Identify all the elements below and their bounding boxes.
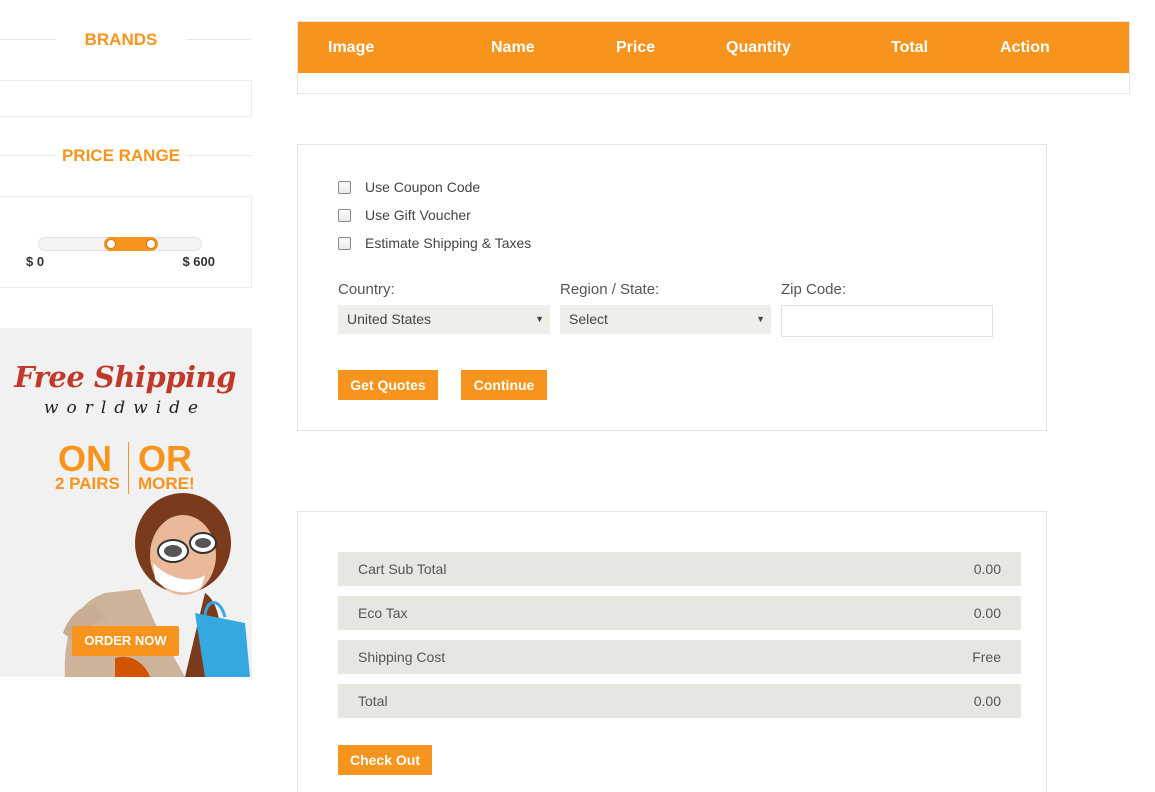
price-slider-range <box>103 237 158 251</box>
brands-list <box>0 80 252 117</box>
banner-worldwide: worldwide <box>43 398 207 418</box>
col-price: Price <box>616 39 656 56</box>
caret-down-icon: ▼ <box>756 314 765 324</box>
voucher-checkbox[interactable] <box>338 208 351 222</box>
order-now-button[interactable]: ORDER NOW <box>72 626 179 656</box>
get-quotes-button[interactable]: Get Quotes <box>338 370 438 400</box>
col-action: Action <box>1000 39 1050 56</box>
shipping-cost-row: Shipping Cost Free <box>338 640 1021 674</box>
shipping-estimate-box: Use Coupon Code Use Gift Voucher Estimat… <box>297 144 1047 431</box>
cart-table: Image Name Price Quantity Total Action <box>297 21 1130 94</box>
cart-totals-box: Cart Sub Total 0.00 Eco Tax 0.00 Shippin… <box>297 511 1047 792</box>
banner-separator <box>128 442 129 494</box>
region-label: Region / State: <box>560 281 660 298</box>
col-total: Total <box>891 39 929 56</box>
banner-pairs: 2 PAIRS <box>55 474 120 493</box>
price-slider-min-handle[interactable] <box>105 239 116 249</box>
cart-table-header: Image Name Price Quantity Total Action <box>298 22 1129 73</box>
price-slider-max-handle[interactable] <box>145 239 156 249</box>
brands-title-text: BRANDS <box>84 30 158 49</box>
col-quantity: Quantity <box>726 39 791 56</box>
price-max-label: $ 600 <box>182 254 215 269</box>
checkout-button[interactable]: Check Out <box>338 745 432 775</box>
region-select-value: Select <box>569 311 608 327</box>
brands-title: BRANDS <box>0 28 252 52</box>
subtotal-label: Cart Sub Total <box>358 561 447 577</box>
country-select-value: United States <box>347 311 432 327</box>
region-select[interactable]: Select ▼ <box>560 305 771 334</box>
shipping-cost-value: Free <box>972 649 1001 665</box>
coupon-option[interactable]: Use Coupon Code <box>338 177 480 197</box>
banner-free-shipping: Free Shipping <box>14 360 236 394</box>
subtotal-value: 0.00 <box>973 561 1001 577</box>
col-name: Name <box>491 39 535 56</box>
zip-code-input[interactable] <box>781 305 993 337</box>
shipping-cost-label: Shipping Cost <box>358 649 446 665</box>
grand-total-value: 0.00 <box>973 693 1001 709</box>
price-range-title: PRICE RANGE <box>0 144 252 168</box>
price-slider-track[interactable] <box>38 237 202 251</box>
voucher-option[interactable]: Use Gift Voucher <box>338 205 471 225</box>
col-image: Image <box>328 39 375 56</box>
estimate-checkbox[interactable] <box>338 236 351 250</box>
grand-total-row: Total 0.00 <box>338 684 1021 718</box>
caret-down-icon: ▼ <box>535 314 544 324</box>
price-range-box: $ 0 $ 600 <box>0 196 252 288</box>
continue-button[interactable]: Continue <box>461 370 547 400</box>
country-select[interactable]: United States ▼ <box>338 305 550 334</box>
grand-total-label: Total <box>358 693 388 709</box>
banner-more: MORE! <box>138 474 195 493</box>
voucher-label: Use Gift Voucher <box>365 207 471 223</box>
estimate-label: Estimate Shipping & Taxes <box>365 235 532 251</box>
price-range-title-text: PRICE RANGE <box>61 146 181 165</box>
coupon-checkbox[interactable] <box>338 180 351 194</box>
estimate-option[interactable]: Estimate Shipping & Taxes <box>338 233 531 253</box>
free-shipping-banner[interactable]: Free Shipping worldwide ON OR 2 PAIRS MO… <box>0 328 252 677</box>
zip-label: Zip Code: <box>781 281 847 298</box>
price-min-label: $ 0 <box>26 254 45 269</box>
eco-tax-label: Eco Tax <box>358 605 408 621</box>
subtotal-row: Cart Sub Total 0.00 <box>338 552 1021 586</box>
country-label: Country: <box>338 281 395 298</box>
coupon-label: Use Coupon Code <box>365 179 481 195</box>
eco-tax-row: Eco Tax 0.00 <box>338 596 1021 630</box>
eco-tax-value: 0.00 <box>973 605 1001 621</box>
